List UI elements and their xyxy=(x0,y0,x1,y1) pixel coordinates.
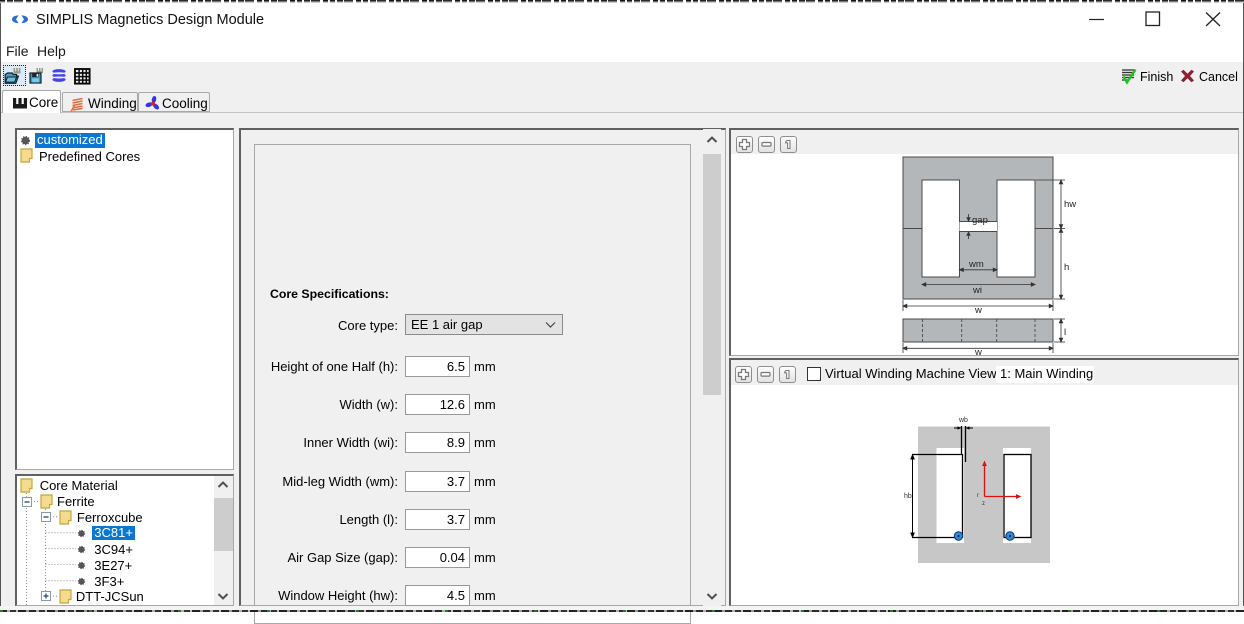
svg-text:l: l xyxy=(1064,327,1066,338)
svg-text:z: z xyxy=(982,501,985,507)
svg-text:gap: gap xyxy=(972,215,988,226)
svg-text:wi: wi xyxy=(972,285,982,296)
svg-text:w: w xyxy=(974,305,982,316)
svg-text:wb: wb xyxy=(958,417,968,424)
svg-text:h: h xyxy=(1064,262,1069,273)
svg-text:hw: hw xyxy=(1064,199,1076,210)
svg-text:hb: hb xyxy=(904,493,912,500)
svg-text:wm: wm xyxy=(968,259,984,270)
svg-text:r: r xyxy=(977,493,979,499)
